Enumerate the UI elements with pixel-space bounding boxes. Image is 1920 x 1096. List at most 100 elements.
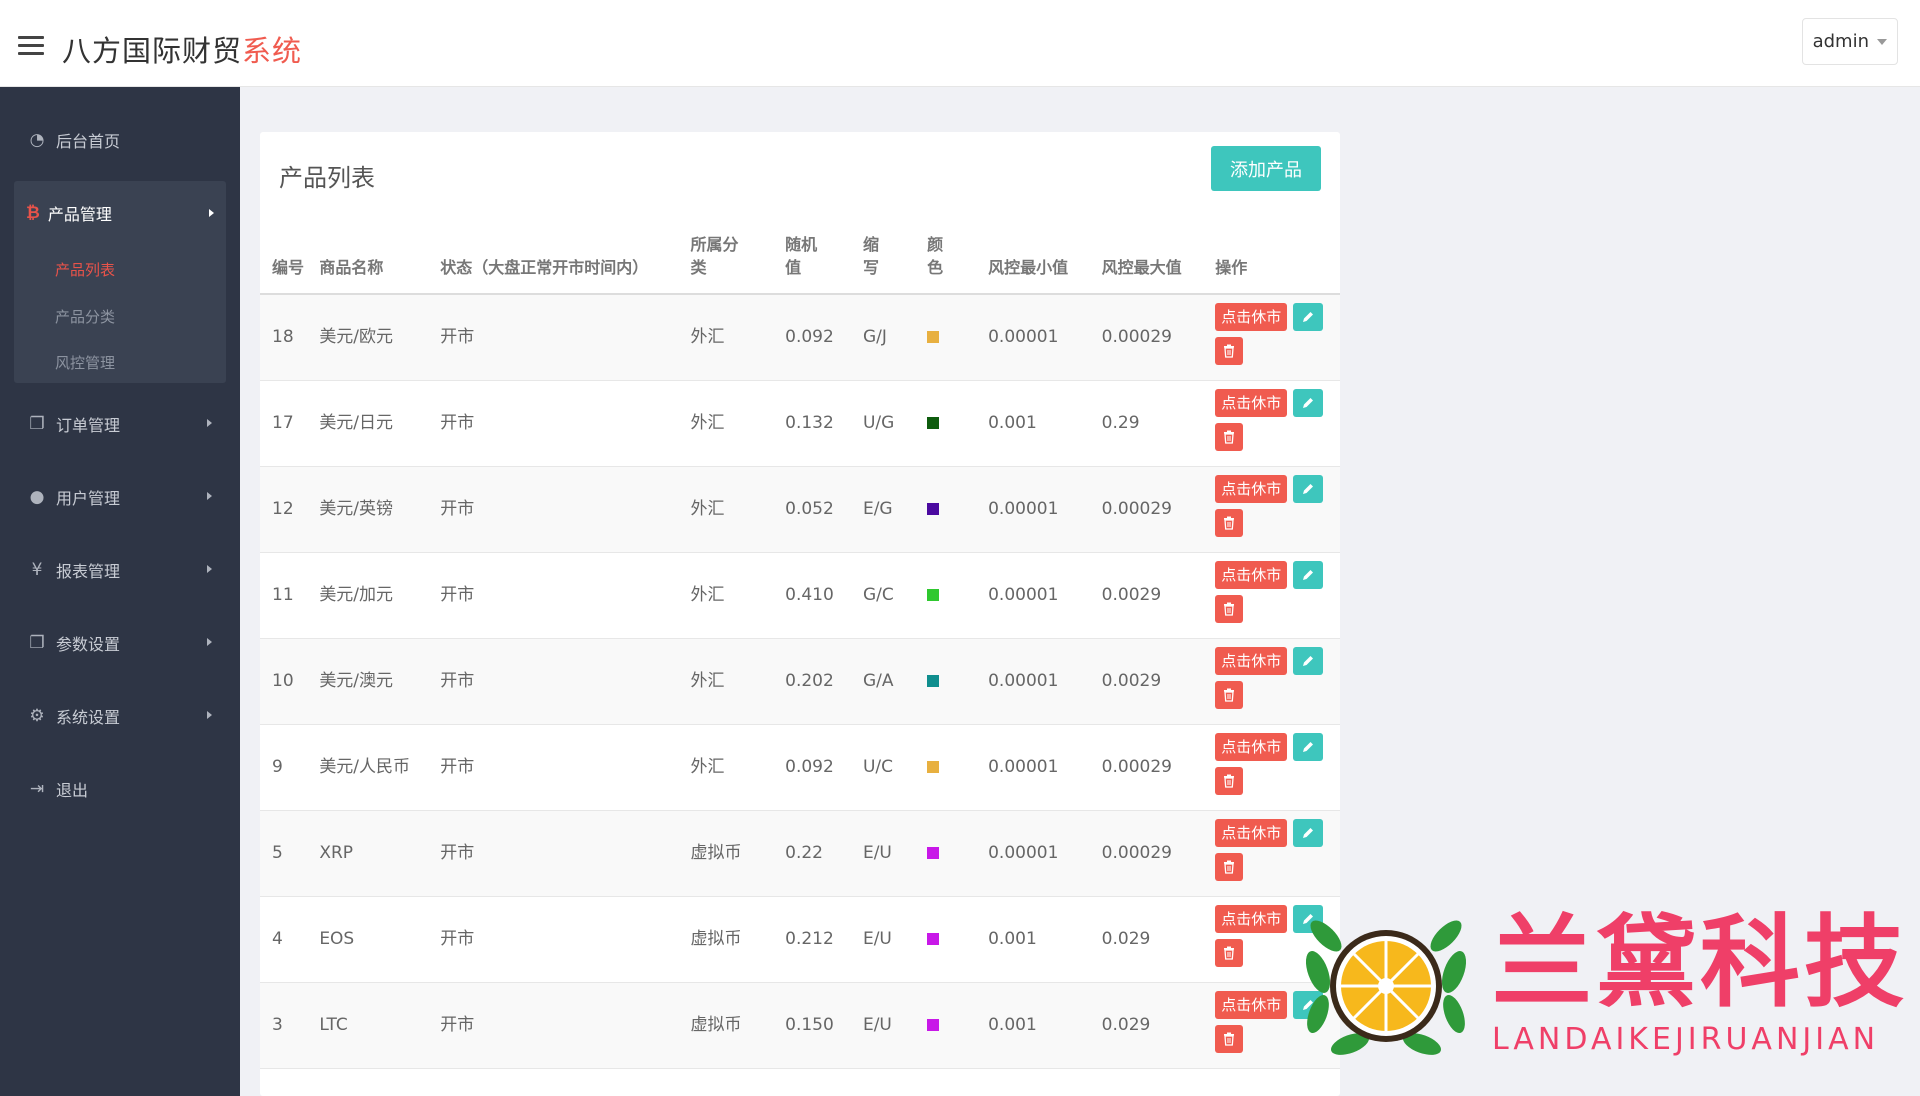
cell-risk-min: 0.00001: [988, 327, 1059, 348]
cell-category: 外汇: [690, 757, 725, 777]
pencil-icon: [1303, 656, 1314, 666]
delete-button[interactable]: [1215, 767, 1244, 795]
cell-random: 0.22: [785, 843, 823, 863]
cell-random: 0.202: [785, 671, 834, 691]
edit-button[interactable]: [1293, 389, 1324, 417]
cell-abbr: E/U: [862, 1015, 892, 1035]
cell-actions: 点击休市: [1203, 466, 1340, 552]
cell-abbr: E/G: [862, 499, 893, 519]
cell-id: 4: [272, 929, 283, 949]
col-risk-min: 风控最小值: [976, 219, 1090, 295]
sidebar-subitem-product-category[interactable]: 产品分类: [55, 306, 115, 327]
table-row: 11 美元/加元 开市 外汇 0.410 G/C 0.00001 0.0029 点击休市: [260, 552, 1340, 638]
edit-button[interactable]: [1293, 819, 1324, 847]
pencil-icon: [1303, 312, 1314, 323]
edit-button[interactable]: [1293, 475, 1324, 503]
col-random: 随机值: [773, 219, 851, 295]
delete-button[interactable]: [1215, 681, 1244, 709]
close-market-button[interactable]: 点击休市: [1215, 561, 1288, 589]
cell-status: 开市: [440, 413, 475, 433]
col-risk-max: 风控最大值: [1089, 219, 1204, 295]
pencil-icon: [1303, 742, 1314, 752]
sidebar-item-products[interactable]: ₿ 产品管理: [14, 181, 226, 245]
color-swatch: [927, 847, 940, 859]
close-market-button[interactable]: 点击休市: [1215, 389, 1288, 417]
trash-icon: [1224, 344, 1235, 358]
close-market-button[interactable]: 点击休市: [1215, 819, 1288, 847]
sidebar-item-reports[interactable]: ¥ 报表管理: [14, 545, 226, 595]
cell-color: [915, 810, 976, 896]
watermark-title: 兰黛科技: [1492, 903, 1908, 1021]
delete-button[interactable]: [1215, 1025, 1244, 1053]
cell-status: 开市: [440, 843, 475, 863]
cell-id: 18: [272, 327, 294, 348]
table-row: 9 美元/人民币 开市 外汇 0.092 U/C 0.00001 0.00029 点击休市: [260, 724, 1340, 810]
cell-name: 美元/加元: [319, 585, 394, 605]
cell-random: 0.132: [785, 413, 834, 433]
delete-button[interactable]: [1215, 509, 1244, 537]
sign-out-icon: ⇥: [29, 779, 45, 799]
watermark-logo: 兰黛科技 LANDAIKEJIRUANJIAN: [1296, 902, 1916, 1062]
delete-button[interactable]: [1215, 939, 1244, 967]
sidebar-item-dashboard[interactable]: ◔ 后台首页: [14, 115, 226, 165]
cell-random: 0.052: [785, 499, 834, 519]
cell-abbr: G/J: [862, 327, 887, 348]
menu-toggle-icon[interactable]: [18, 36, 44, 56]
color-swatch: [927, 761, 940, 773]
col-id: 编号: [260, 219, 308, 295]
close-market-button[interactable]: 点击休市: [1215, 647, 1288, 675]
cell-random: 0.092: [785, 327, 834, 348]
close-market-button[interactable]: 点击休市: [1215, 475, 1288, 503]
sidebar-item-system[interactable]: ⚙ 系统设置: [14, 691, 226, 741]
trash-icon: [1224, 860, 1235, 874]
close-market-button[interactable]: 点击休市: [1215, 303, 1288, 332]
sidebar-subitem-risk-control[interactable]: 风控管理: [55, 352, 115, 373]
sidebar-item-params[interactable]: ❐ 参数设置: [14, 618, 226, 668]
cell-id: 5: [272, 843, 283, 863]
delete-button[interactable]: [1215, 337, 1244, 366]
add-product-button[interactable]: 添加产品: [1211, 146, 1321, 191]
edit-button[interactable]: [1293, 733, 1324, 761]
copy-icon: ❐: [29, 414, 45, 434]
cell-id: 12: [272, 499, 294, 519]
delete-button[interactable]: [1215, 595, 1244, 623]
sidebar-item-orders[interactable]: ❐ 订单管理: [14, 399, 226, 449]
chevron-right-icon: [207, 419, 212, 427]
close-market-button[interactable]: 点击休市: [1215, 905, 1288, 933]
col-name: 商品名称: [307, 219, 429, 295]
edit-button[interactable]: [1293, 303, 1324, 332]
brand-title: 八方国际财贸系统: [62, 28, 302, 70]
col-abbr: 缩写: [850, 219, 916, 295]
color-swatch: [927, 417, 940, 429]
cell-random: 0.212: [785, 929, 834, 949]
user-menu[interactable]: admin: [1801, 18, 1898, 65]
close-market-button[interactable]: 点击休市: [1215, 991, 1288, 1019]
cell-risk-max: 0.29: [1101, 413, 1140, 433]
sidebar-subitem-product-list[interactable]: 产品列表: [55, 259, 115, 280]
sidebar-item-logout[interactable]: ⇥ 退出: [14, 764, 226, 814]
cell-status: 开市: [440, 671, 475, 691]
table-row: 3 LTC 开市 虚拟币 0.150 E/U 0.001 0.029 点击休市: [260, 982, 1340, 1068]
cell-risk-max: 0.00029: [1101, 499, 1172, 519]
user-name: admin: [1812, 31, 1869, 52]
cell-actions: 点击休市: [1203, 294, 1340, 380]
copy-icon: ❐: [29, 633, 45, 653]
cell-risk-max: 0.00029: [1101, 843, 1172, 863]
delete-button[interactable]: [1215, 423, 1244, 451]
pencil-icon: [1303, 570, 1314, 580]
cell-id: 17: [272, 413, 294, 433]
edit-button[interactable]: [1293, 561, 1324, 589]
edit-button[interactable]: [1293, 647, 1324, 675]
sidebar-item-users[interactable]: ● 用户管理: [14, 472, 226, 522]
cell-status: 开市: [440, 929, 475, 949]
delete-button[interactable]: [1215, 853, 1244, 881]
cell-risk-min: 0.00001: [988, 843, 1059, 863]
color-swatch: [927, 675, 940, 687]
col-status: 状态（大盘正常开市时间内）: [428, 219, 679, 295]
cell-status: 开市: [440, 499, 475, 519]
cell-random: 0.092: [785, 757, 834, 777]
brand-main: 八方国际财贸: [62, 34, 243, 68]
close-market-button[interactable]: 点击休市: [1215, 733, 1288, 761]
yen-icon: ¥: [31, 560, 43, 580]
table-row: 18 美元/欧元 开市 外汇 0.092 G/J 0.00001 0.00029 点击休市: [260, 294, 1340, 380]
